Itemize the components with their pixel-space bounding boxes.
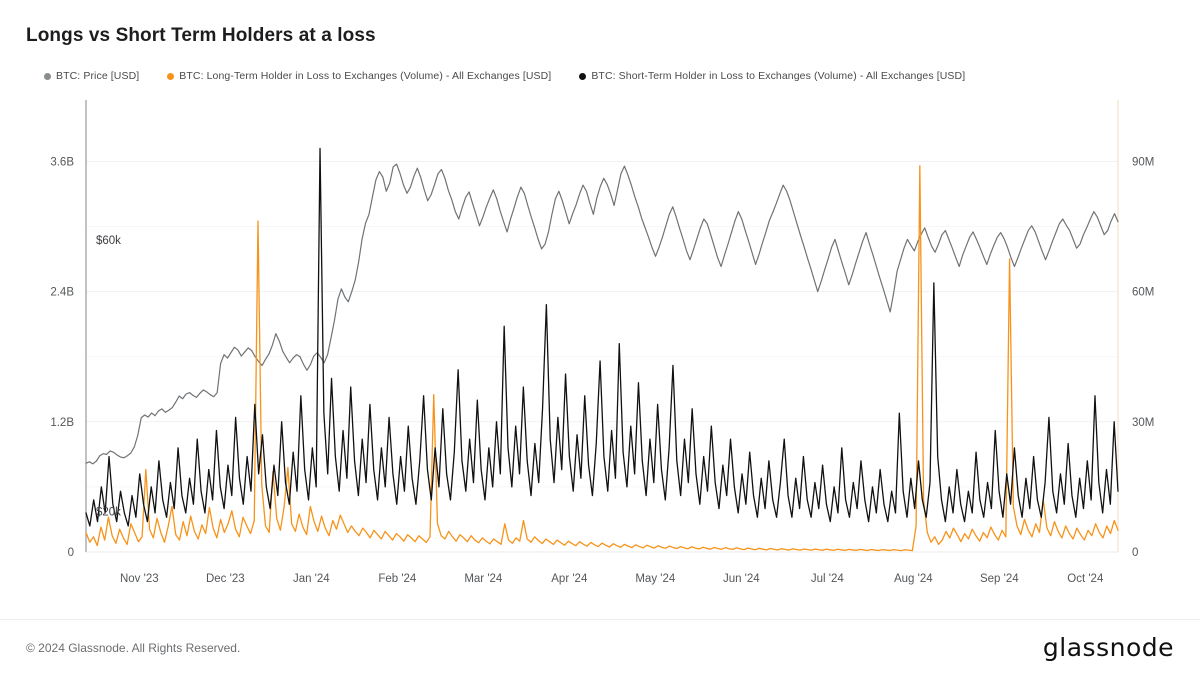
svg-text:2.4B: 2.4B (50, 287, 74, 299)
page-title: Longs vs Short Term Holders at a loss (26, 25, 376, 46)
svg-text:30M: 30M (1132, 417, 1154, 429)
svg-text:3.6B: 3.6B (50, 156, 74, 168)
legend-label-sth: BTC: Short-Term Holder in Loss to Exchan… (591, 70, 966, 82)
svg-text:Dec '23: Dec '23 (206, 573, 245, 585)
price-axis-ticks: $20k $60k (96, 235, 121, 518)
legend-item-sth[interactable]: BTC: Short-Term Holder in Loss to Exchan… (579, 70, 965, 82)
gridlines (86, 160, 1118, 553)
series-lth-line (85, 165, 1119, 552)
chart-canvas[interactable]: 0 1.2B 2.4B 3.6B 0 30M 60M 90M $20k $60k Nov '2… (0, 92, 1200, 592)
svg-text:$20k: $20k (96, 506, 121, 518)
chart-page: Longs vs Short Term Holders at a loss BT… (0, 0, 1200, 675)
svg-text:0: 0 (1132, 547, 1138, 559)
svg-text:60M: 60M (1132, 287, 1154, 299)
chart-footer: © 2024 Glassnode. All Rights Reserved. g… (0, 619, 1200, 675)
left-axis-ticks: 0 1.2B 2.4B 3.6B (50, 156, 74, 559)
svg-text:Jun '24: Jun '24 (723, 573, 760, 585)
svg-text:May '24: May '24 (635, 573, 676, 585)
svg-text:90M: 90M (1132, 156, 1154, 168)
x-axis-ticks: Nov '23 Dec '23 Jan '24 Feb '24 Mar '24 Apr '… (120, 573, 1104, 585)
chart-area[interactable]: 0 1.2B 2.4B 3.6B 0 30M 60M 90M $20k $60k Nov '2… (0, 92, 1200, 619)
series-sth-line (85, 147, 1119, 527)
svg-text:Feb '24: Feb '24 (378, 573, 417, 585)
legend-item-lth[interactable]: BTC: Long-Term Holder in Loss to Exchang… (167, 70, 551, 82)
right-axis-ticks: 0 30M 60M 90M (1132, 156, 1154, 559)
legend-label-lth: BTC: Long-Term Holder in Loss to Exchang… (179, 70, 552, 82)
copyright-text: © 2024 Glassnode. All Rights Reserved. (26, 640, 241, 655)
svg-text:Sep '24: Sep '24 (980, 573, 1019, 585)
legend-dot-icon (44, 72, 51, 80)
svg-text:Mar '24: Mar '24 (464, 573, 503, 585)
legend-item-price[interactable]: BTC: Price [USD] (44, 70, 139, 82)
svg-text:Oct '24: Oct '24 (1067, 573, 1104, 585)
svg-text:Nov '23: Nov '23 (120, 573, 159, 585)
svg-text:Aug '24: Aug '24 (894, 573, 933, 585)
svg-text:Apr '24: Apr '24 (551, 573, 588, 585)
svg-text:Jul '24: Jul '24 (811, 573, 844, 585)
svg-text:0: 0 (68, 547, 74, 559)
chart-header: Longs vs Short Term Holders at a loss (0, 0, 1200, 46)
svg-text:Jan '24: Jan '24 (293, 573, 330, 585)
svg-text:$60k: $60k (96, 235, 121, 247)
legend-dot-icon (167, 72, 175, 80)
legend-label-price: BTC: Price [USD] (56, 70, 140, 82)
chart-legend: BTC: Price [USD] BTC: Long-Term Holder i… (0, 68, 1200, 84)
svg-text:1.2B: 1.2B (50, 417, 74, 429)
glassnode-logo: glassnode (1042, 633, 1174, 662)
legend-dot-icon (579, 72, 587, 80)
